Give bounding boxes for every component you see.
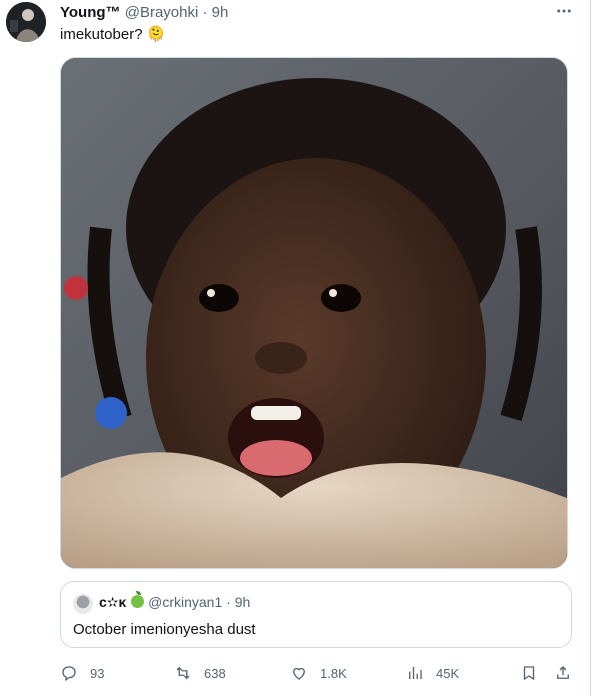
views-button[interactable]: 45K bbox=[406, 661, 459, 685]
reply-count: 93 bbox=[90, 665, 105, 681]
quoted-header: c✫κ @crkinyan1 · 9h bbox=[99, 591, 251, 611]
like-button[interactable]: 1.8K bbox=[290, 661, 347, 685]
quoted-time[interactable]: 9h bbox=[235, 594, 251, 610]
like-count: 1.8K bbox=[320, 665, 347, 681]
bookmark-icon bbox=[523, 666, 535, 681]
header-separator: · bbox=[202, 4, 208, 21]
reply-icon bbox=[62, 666, 76, 682]
user-avatar-icon bbox=[6, 2, 46, 42]
repost-count: 638 bbox=[204, 665, 226, 681]
quoted-author-handle[interactable]: @crkinyan1 bbox=[148, 594, 222, 610]
repost-button[interactable]: 638 bbox=[174, 661, 226, 685]
green-apple-icon bbox=[131, 591, 145, 608]
views-count: 45K bbox=[436, 665, 460, 681]
tweet-media[interactable] bbox=[60, 57, 568, 569]
tweet-actions: 93 638 1.8K 45K bbox=[60, 661, 575, 685]
repost-icon bbox=[176, 666, 190, 680]
quoted-separator: · bbox=[226, 594, 231, 610]
tweet-time[interactable]: 9h bbox=[212, 4, 229, 21]
tweet-header: Young™ @Brayohki · 9h bbox=[60, 4, 228, 21]
share-icon bbox=[557, 666, 569, 679]
quoted-tweet[interactable]: c✫κ @crkinyan1 · 9h October imenionyesha… bbox=[60, 581, 572, 648]
timeline-border bbox=[590, 0, 591, 696]
views-chart-icon bbox=[409, 667, 422, 679]
author-avatar[interactable] bbox=[6, 2, 46, 42]
photo-image bbox=[61, 58, 567, 568]
quoted-author-avatar[interactable] bbox=[73, 594, 93, 614]
bookmark-button[interactable] bbox=[520, 661, 546, 685]
more-horizontal-icon bbox=[557, 9, 571, 13]
author-handle[interactable]: @Brayohki bbox=[125, 4, 199, 21]
reply-button[interactable]: 93 bbox=[60, 661, 104, 685]
author-name[interactable]: Young™ bbox=[60, 4, 121, 21]
heart-icon bbox=[293, 667, 305, 680]
share-button[interactable] bbox=[554, 661, 580, 685]
tweet-text: imekutober? 🫠 bbox=[60, 26, 166, 43]
quoted-author-name[interactable]: c✫κ bbox=[99, 594, 126, 610]
quoted-text: October imenionyesha dust bbox=[73, 621, 256, 638]
more-options-button[interactable] bbox=[553, 0, 575, 22]
